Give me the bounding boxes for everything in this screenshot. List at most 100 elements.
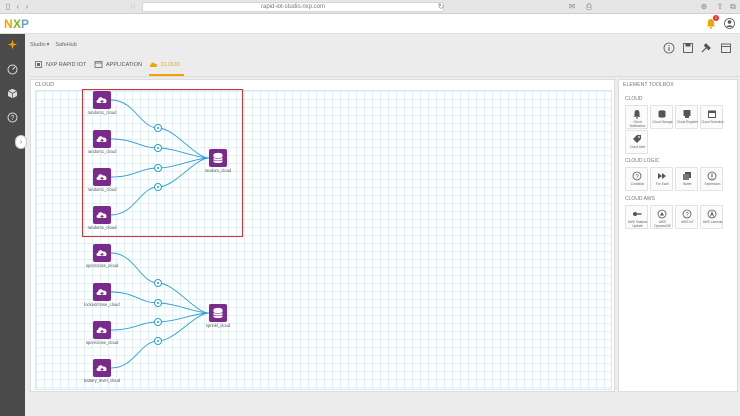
schedule-icon [708,110,716,118]
toolbox-item-label: Cloud Alert [629,145,646,149]
toolbox-item-aws-iot[interactable]: ? AWS IoT [675,205,698,229]
toolbox-item-aws-dynamodb[interactable]: AWS DynamoDB [650,205,673,229]
toolbox-item-label: Cloud Storage [652,120,673,124]
calendar-icon[interactable] [720,42,732,54]
toolbox-section-title: CLOUD LOGIC [625,158,660,164]
dynamodb-icon [657,209,667,219]
cloud-upload-icon [96,365,107,373]
toolbox-item-condition[interactable]: ? Condition [625,167,648,191]
wire-junction[interactable] [154,279,162,287]
user-avatar-icon[interactable] [724,18,735,29]
nxp-logo-icon: N X P [4,17,30,31]
toolbox-item-buffer[interactable]: Buffer [675,167,698,191]
help-icon[interactable]: ? [7,112,18,123]
tab-cloud[interactable]: CLOUD [149,58,184,76]
lambda-icon [707,209,717,219]
toolbox-item-label: Expression [704,182,721,186]
fast-forward-icon [658,173,666,179]
database-icon [658,110,666,118]
iot-icon: ? [682,209,692,219]
sidebar-toggle-icon[interactable]: ▯ [4,3,12,11]
info-icon[interactable] [663,42,675,54]
tab-nxp-rapid-iot[interactable]: NXP RAPID IOT [34,58,90,76]
wire-junction[interactable] [154,318,162,326]
forward-icon[interactable]: › [23,3,31,11]
cloud-upload-icon [96,250,107,258]
sidebar-expand-button[interactable]: › [15,135,27,149]
database-icon [213,307,223,319]
toolbox-item-label: Cloud Schedule [701,120,724,124]
svg-text:N: N [4,17,12,31]
toolbox-item-expression[interactable]: Expression [700,167,723,191]
shield-icon[interactable]: ◌ [129,3,137,11]
toolbox-title: ELEMENT TOOLBOX [623,82,674,88]
toolbox-item-cloud-schedule[interactable]: Cloud Schedule [700,105,724,129]
save-icon[interactable] [682,42,694,54]
nxp-logo[interactable]: N X P [4,17,34,34]
tab-label: NXP RAPID IOT [46,62,87,68]
toolbox-item-cloud-alert[interactable]: Cloud Alert [625,130,648,154]
node-label: sprinkl_cloud [205,323,231,328]
tab-label: APPLICATION [106,62,142,68]
mail-icon[interactable]: ✉ [568,3,576,11]
canvas-title: CLOUD [35,82,55,88]
toolbox-item-label: Cloud Register [676,120,699,124]
share-icon[interactable]: ⇪ [716,3,724,11]
register-icon [683,110,691,118]
breadcrumb-project[interactable]: SafeHub [55,42,76,48]
wire-junction[interactable] [154,337,162,345]
nxp-star-icon[interactable] [7,39,18,50]
cloud-source-node[interactable] [93,321,111,339]
tab-application[interactable]: APPLICATION [94,58,142,76]
breadcrumb-studio[interactable]: Studio [30,42,46,48]
url-text: rapid-iot-studio.nxp.com [260,4,326,10]
wire-junction[interactable] [154,299,162,307]
chip-icon [35,61,42,68]
cloud-source-node[interactable] [93,244,111,262]
tabs-icon[interactable]: ⧉ [729,3,737,11]
svg-text:?: ? [11,115,15,122]
address-bar[interactable]: rapid-iot-studio.nxp.com [142,2,444,12]
toolbox-item-cloud-storage[interactable]: Cloud Storage [650,105,673,129]
app-root: ▯ ‹ › ◌ rapid-iot-studio.nxp.com ↻ ✉ ⎙ ⊕… [0,0,740,416]
toolbox-section-title: CLOUD AWS [625,196,655,202]
svg-text:P: P [21,17,29,31]
cloud-icon [149,62,157,67]
toolbox-item-label: For Each [656,182,669,186]
node-label: open/close_cloud [85,263,119,268]
tab-divider [30,76,740,77]
back-icon[interactable]: ‹ [14,3,22,11]
cloud-upload-icon [96,289,107,297]
reload-icon[interactable]: ↻ [437,3,445,11]
node-label: locked/close_cloud [84,302,120,307]
cloud-source-node[interactable] [93,283,111,301]
key-icon [633,212,642,216]
cloud-source-node[interactable] [93,359,111,377]
tag-icon [633,135,641,143]
svg-text:X: X [13,17,21,31]
element-toolbox: ELEMENT TOOLBOX CLOUD Cloud Notification… [618,79,738,392]
tab-label: CLOUD [161,62,181,68]
toolbox-item-aws-lambda[interactable]: AWS Lambda [700,205,723,229]
toolbox-item-cloud-notification[interactable]: Cloud Notification [625,105,648,129]
toolbox-item-label: AWS Shadow Update [627,220,648,228]
question-icon: ? [632,171,642,181]
toolbox-item-cloud-register[interactable]: Cloud Register [675,105,698,129]
layers-icon [683,172,691,180]
print-icon[interactable]: ⎙ [585,3,593,11]
alert-icon [707,171,717,181]
cloud-storage-node[interactable] [209,304,227,322]
dashboard-icon[interactable] [7,64,18,75]
browser-toolbar: ▯ ‹ › ◌ rapid-iot-studio.nxp.com ↻ ✉ ⎙ ⊕… [0,0,740,14]
cloud-upload-icon [96,327,107,335]
cube-icon[interactable] [7,88,18,99]
toolbox-item-label: Condition [630,182,645,186]
build-hammer-icon[interactable] [700,42,712,54]
node-label: open/close_cloud [85,340,119,345]
bell-icon [633,110,641,119]
download-icon[interactable]: ⊕ [700,3,708,11]
toolbox-item-for-each[interactable]: For Each [650,167,673,191]
breadcrumb: Studio▾ SafeHub [30,42,83,48]
left-sidebar: ? [0,34,25,416]
toolbox-item-aws-shadow-update[interactable]: AWS Shadow Update [625,205,648,229]
